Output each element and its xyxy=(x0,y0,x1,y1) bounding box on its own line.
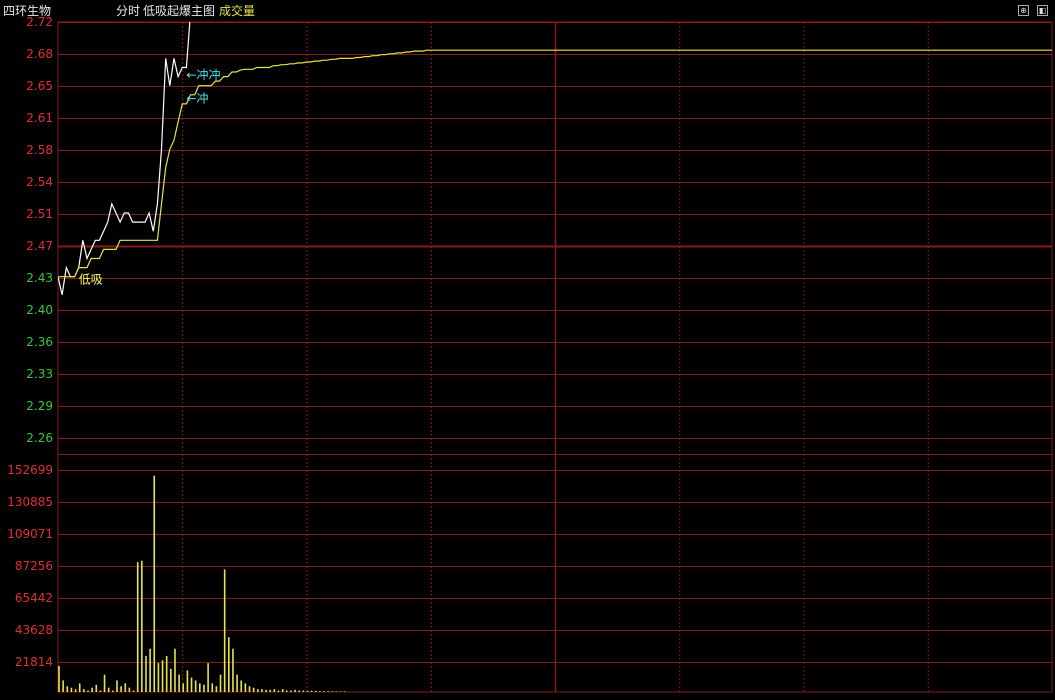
volume-tick-label: 109071 xyxy=(7,527,53,541)
price-line xyxy=(58,22,191,295)
volume-label[interactable]: 成交量 xyxy=(219,4,255,18)
volume-tick-label: 65442 xyxy=(15,591,53,605)
volume-tick-label: 43628 xyxy=(15,623,53,637)
price-tick-label: 2.40 xyxy=(26,303,53,317)
chart-mode[interactable]: 分时 xyxy=(116,4,140,18)
volume-tick-label: 130885 xyxy=(7,495,53,509)
zoom-icon[interactable]: ⊕ xyxy=(1018,5,1029,16)
signal-annotation: 低吸 xyxy=(79,272,103,286)
price-tick-label: 2.47 xyxy=(26,239,53,253)
volume-tick-label: 87256 xyxy=(15,559,53,573)
intraday-chart: 2.722.682.652.612.582.542.512.472.432.40… xyxy=(7,15,1053,693)
volume-bars xyxy=(58,475,346,692)
price-tick-label: 2.51 xyxy=(26,207,53,221)
indicator-name[interactable]: 低吸起爆主图 xyxy=(143,4,215,18)
volume-tick-label: 21814 xyxy=(15,655,53,669)
price-tick-label: 2.58 xyxy=(26,143,53,157)
price-tick-label: 2.43 xyxy=(26,271,53,285)
price-tick-label: 2.54 xyxy=(26,175,53,189)
price-tick-label: 2.29 xyxy=(26,399,53,413)
price-tick-label: 2.36 xyxy=(26,335,53,349)
stock-name: 四环生物 xyxy=(3,4,52,18)
layout-toggle-icon[interactable]: ◧ xyxy=(1037,5,1048,16)
chart-title-bar: 四环生物 分时 低吸起爆主图 成交量 ⊕ ◧ xyxy=(0,0,1055,22)
price-tick-label: 2.61 xyxy=(26,111,53,125)
price-tick-label: 2.65 xyxy=(26,79,53,93)
price-tick-label: 2.33 xyxy=(26,367,53,381)
signal-annotation: ←冲 xyxy=(186,90,208,105)
price-tick-label: 2.26 xyxy=(26,431,53,445)
price-axis: 2.722.682.652.612.582.542.512.472.432.40… xyxy=(26,15,53,445)
signal-annotations: 低吸 ←冲冲 ←冲 xyxy=(79,67,221,287)
signal-annotation: ←冲冲 xyxy=(186,67,220,82)
price-tick-label: 2.68 xyxy=(26,47,53,61)
chart-grid xyxy=(57,21,1053,693)
volume-axis: 152699 130885 109071 87256 65442 43628 21814 xyxy=(7,463,53,669)
volume-tick-label: 152699 xyxy=(7,463,53,477)
